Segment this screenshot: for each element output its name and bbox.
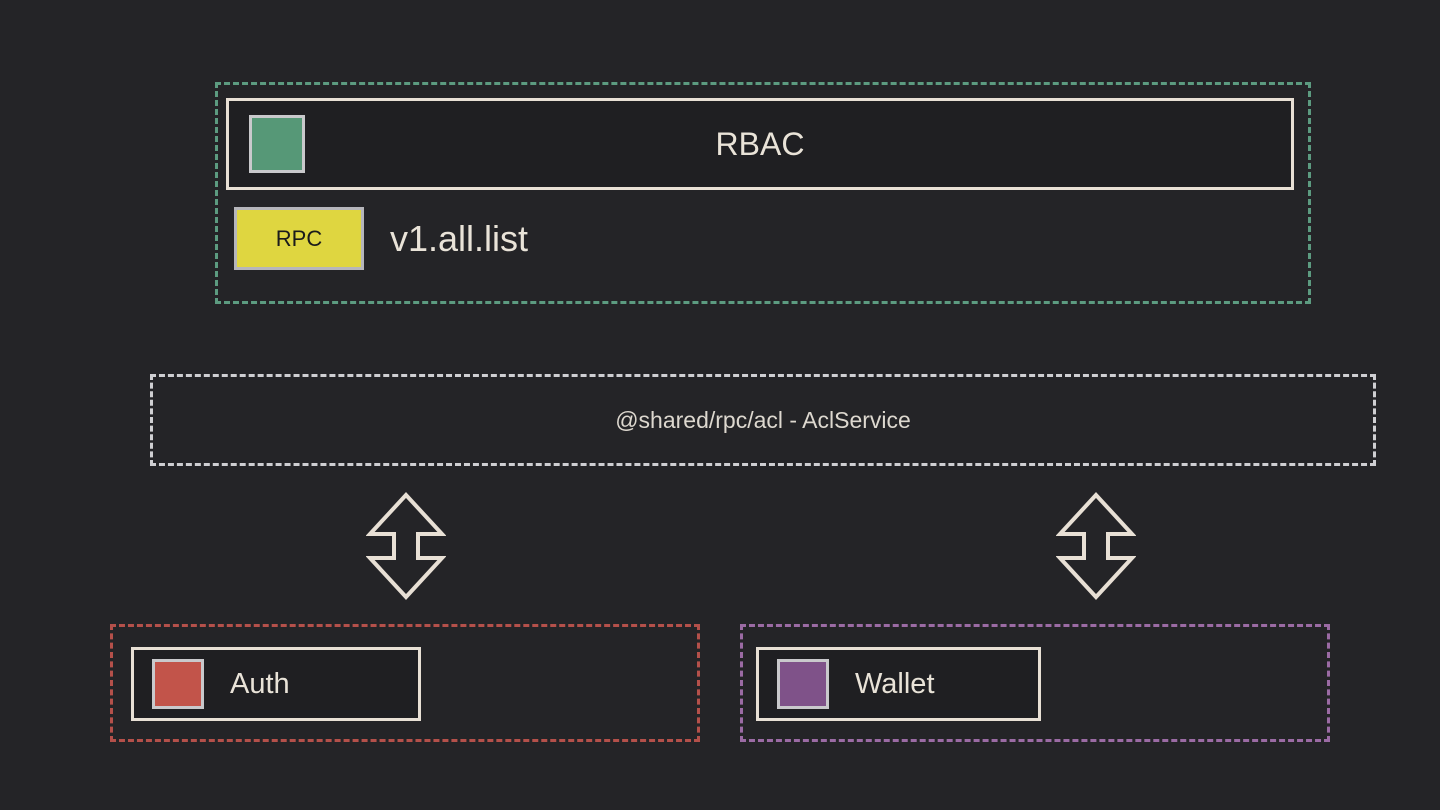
rpc-method-name: v1.all.list (390, 217, 529, 259)
rbac-service-box[interactable]: RBAC (226, 98, 1294, 190)
shared-acl-service-container: @shared/rpc/acl - AclService (150, 374, 1376, 466)
wallet-service-box[interactable]: Wallet (756, 647, 1041, 721)
bidirectional-arrow-auth-icon (366, 492, 446, 600)
rpc-method-row: RPC v1.all.list (234, 207, 528, 270)
bidirectional-arrow-wallet-icon (1056, 492, 1136, 600)
shared-acl-service-label: @shared/rpc/acl - AclService (615, 406, 911, 433)
auth-service-box[interactable]: Auth (131, 647, 421, 721)
diagram-canvas: RBAC RPC v1.all.list @shared/rpc/acl - A… (0, 0, 1440, 810)
auth-service-label: Auth (230, 667, 290, 700)
auth-color-swatch (152, 659, 204, 709)
rbac-title: RBAC (715, 125, 805, 162)
wallet-color-swatch (777, 659, 829, 709)
wallet-service-label: Wallet (855, 667, 935, 700)
rpc-badge[interactable]: RPC (234, 207, 364, 270)
